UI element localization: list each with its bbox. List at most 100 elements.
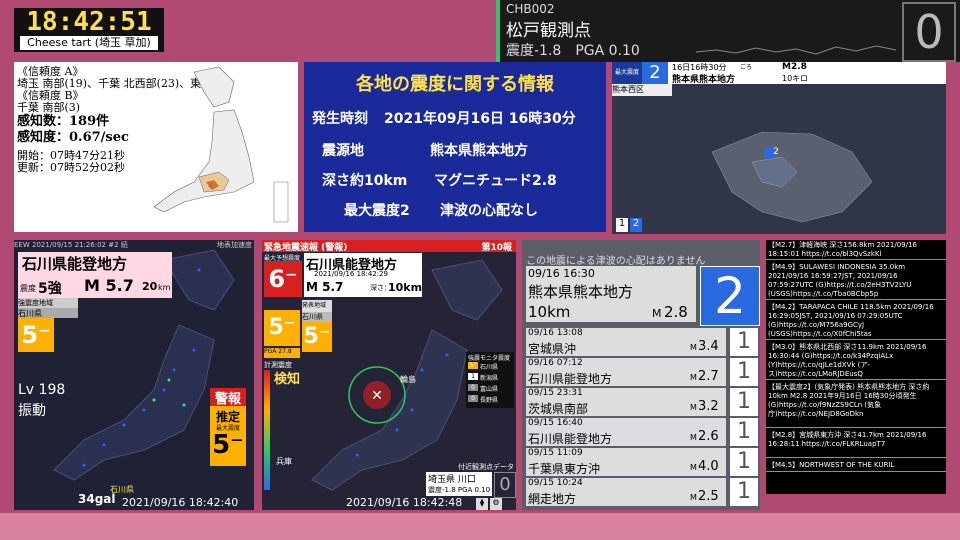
kumamoto-header: 最大震度 2 16日16時30分 ごろ 熊本県熊本地方 M2.8 10キロ bbox=[612, 62, 946, 85]
eew2-pga: PGA 27.8 bbox=[264, 348, 300, 358]
quake-row-int: 1 bbox=[730, 388, 758, 416]
eew2-station-box: 埼玉県 川口 震度-1.8 PGA 0.10 bbox=[426, 472, 492, 496]
monitor-pref-3: 長野県 bbox=[480, 397, 499, 404]
kumamoto-depth: 10キロ bbox=[782, 74, 809, 83]
kumamoto-time-suffix: ごろ bbox=[740, 64, 753, 71]
monitor-pref-0: 石川県 bbox=[480, 364, 499, 371]
station-name: 松戸観測点 bbox=[506, 21, 591, 41]
eew2-station-int: 0 bbox=[494, 472, 516, 498]
quake-row[interactable]: 09/15 11:09 千葉県東方沖 M 4.0 bbox=[526, 448, 726, 476]
kumamoto-maxint-label: 最大震度 bbox=[612, 62, 642, 84]
earthquake-list-panel: この地震による津波の心配はありません 09/16 16:30 熊本県熊本地方 1… bbox=[522, 240, 760, 510]
eew1-header-right: 地表加速度 bbox=[217, 241, 252, 249]
eew1-header-left: EEW 2021/09/15 21:26:02 #2 続 bbox=[14, 241, 128, 249]
detect-update: 更新：07時52分02秒 bbox=[17, 161, 125, 174]
info-mag: マグニチュード2.8 bbox=[434, 173, 557, 189]
clock-panel: 18:42:51 Cheese tart (埼玉 草加) bbox=[14, 8, 164, 52]
info-depth: 深さ約10km bbox=[322, 173, 408, 189]
info-epi-label: 震源地 bbox=[322, 143, 364, 159]
quake-row-int: 1 bbox=[730, 328, 758, 356]
quake-row-time: 09/15 10:24 bbox=[528, 478, 583, 488]
news-item[interactable]: 【M4.5】NORTHWEST OF THE KURIL bbox=[766, 460, 946, 472]
eew2-max-int: 6⁻ bbox=[264, 261, 302, 297]
quake-row-place: 石川県能登地方 bbox=[528, 432, 613, 446]
eew1-depth: 20 bbox=[142, 280, 158, 293]
quake-row-mag-prefix: M bbox=[690, 493, 697, 502]
quake-latest[interactable]: 09/16 16:30 熊本県熊本地方 10km M 2.8 bbox=[526, 266, 696, 322]
kumamoto-area: 熊本西区 bbox=[612, 84, 672, 96]
quake-row-int: 1 bbox=[730, 478, 758, 506]
detect-count: 感知数：189件 bbox=[17, 114, 110, 129]
monitor-pref-2: 富山県 bbox=[480, 386, 499, 393]
station-values: 震度-1.8 PGA 0.10 bbox=[506, 43, 640, 59]
map-marker-intensity: 2 bbox=[773, 147, 779, 157]
quake-row-int: 1 bbox=[730, 418, 758, 446]
quake-row[interactable]: 09/15 16:40 石川県能登地方 M 2.6 bbox=[526, 418, 726, 446]
eew1-warn: 警報 bbox=[210, 388, 246, 407]
eew2-station: 埼玉県 川口 bbox=[428, 475, 476, 485]
clock-time: 18:42:51 bbox=[26, 8, 152, 37]
quake-row[interactable]: 09/15 23:31 茨城県南部 M 3.2 bbox=[526, 388, 726, 416]
eew2-mag: M 5.7 bbox=[306, 280, 344, 294]
monitor-int-0: 5⁻ bbox=[468, 362, 478, 369]
footer-bar bbox=[0, 513, 960, 540]
eew1-shindo-label: 震度 bbox=[20, 284, 36, 293]
epicenter-map-panel: 2 最大震度 2 16日16時30分 ごろ 熊本県熊本地方 M2.8 10キロ … bbox=[612, 62, 946, 234]
station-intensity: 0 bbox=[902, 2, 956, 62]
quake-row-mag-prefix: M bbox=[690, 343, 697, 352]
quake-row-place: 網走地方 bbox=[528, 492, 577, 506]
eew2-datetime: 2021/09/16 18:42:48 bbox=[346, 496, 463, 509]
news-item[interactable]: 【M3.0】熊本県北西部 深さ11.9km 2021/09/16 16:30:4… bbox=[766, 342, 946, 380]
monitor-int-1: 1 bbox=[468, 373, 478, 380]
eew1-header: EEW 2021/09/15 21:26:02 #2 続 地表加速度 bbox=[14, 240, 254, 250]
info-maxint: 最大震度2 bbox=[344, 203, 410, 219]
eew-monitor-panel: EEW 2021/09/15 21:26:02 #2 続 地表加速度 石川県能登… bbox=[14, 240, 254, 510]
eew2-station-label: 付近観測点データ bbox=[458, 463, 514, 471]
eew1-est-box: 推定 最大震度 5⁻ bbox=[210, 406, 246, 466]
legend-int-2: 2 bbox=[630, 218, 642, 232]
eew1-pref-int: 5⁻ bbox=[18, 318, 54, 352]
news-item[interactable]: 【M4.9】SULAWESI INDONESIA 35.0km 2021/09/… bbox=[766, 262, 946, 300]
eew2-depth: 10km bbox=[388, 281, 423, 294]
detection-panel: 《信頼度 A》 埼玉 南部(19)、千葉 北西部(23)、東 《信頼度 B》 千… bbox=[14, 62, 298, 232]
news-item[interactable]: 【M2.7】津軽海峡 深さ156.8km 2021/09/16 18:15:01… bbox=[766, 240, 946, 260]
quake-row-mag-prefix: M bbox=[690, 373, 697, 382]
monitor-int-3: 0 bbox=[468, 395, 478, 402]
eew2-maxint-label: 最大予想震度 bbox=[264, 255, 301, 262]
eew1-pref: 石川県 bbox=[18, 308, 78, 318]
eew1-mag: M 5.7 bbox=[84, 276, 134, 295]
settings-icon[interactable]: ⚙ bbox=[490, 498, 502, 510]
detect-line-4: 千葉 南部(3) bbox=[17, 101, 81, 114]
kumamoto-mag: M2.8 bbox=[782, 62, 807, 72]
quake-row-place: 茨城県南部 bbox=[528, 402, 589, 416]
eew1-lv: Lv 198 bbox=[18, 382, 66, 398]
eew1-depth-unit: km bbox=[158, 283, 171, 292]
quake-row[interactable]: 09/15 10:24 網走地方 M 2.5 bbox=[526, 478, 726, 506]
info-title: 各地の震度に関する情報 bbox=[356, 74, 554, 95]
quake-latest-place: 熊本県熊本地方 bbox=[528, 283, 634, 301]
quake-row-time: 09/16 13:08 bbox=[528, 328, 583, 338]
eew2-monitor: 強震モニタ震度 5⁻ 石川県 1 新潟県 0 富山県 0 長野県 bbox=[466, 352, 514, 408]
share-icon[interactable]: ⧫ bbox=[476, 498, 488, 510]
news-item[interactable]: 【M2.8】宮城県東方沖 深さ41.7km 2021/09/16 16:28:1… bbox=[766, 430, 946, 458]
kumamoto-intensity: 2 bbox=[642, 62, 668, 84]
quake-row[interactable]: 09/16 13:08 宮城県沖 M 3.4 bbox=[526, 328, 726, 356]
news-item[interactable]: 【最大震度2】(気象庁発表) 熊本県熊本地方 深さ約10km M2.8 2021… bbox=[766, 382, 946, 428]
quake-row-mag-prefix: M bbox=[690, 463, 697, 472]
intensity-info-panel: 各地の震度に関する情報 発生時刻 2021年09月16日 16時30分 震源地 … bbox=[304, 62, 606, 232]
eew2-area-label: 発表地域 bbox=[302, 300, 332, 312]
eew1-datetime: 2021/09/16 18:42:40 bbox=[122, 496, 239, 509]
news-feed-panel: 【M2.7】津軽海峡 深さ156.8km 2021/09/16 18:15:01… bbox=[766, 240, 946, 494]
info-tsunami: 津波の心配なし bbox=[440, 203, 538, 219]
station-status-bar bbox=[496, 0, 500, 62]
quake-row[interactable]: 09/16 07:12 石川県能登地方 M 2.7 bbox=[526, 358, 726, 386]
eew1-gal: 34gal bbox=[78, 492, 116, 506]
info-time-value: 2021年09月16日 16時30分 bbox=[384, 111, 576, 127]
eew2-report: 第10報 bbox=[481, 243, 512, 253]
eew-warning-panel: ✕ 緊急地震速報 (警報) 第10報 最大予想震度 6⁻ 石川県能登地方 202… bbox=[262, 240, 516, 510]
news-item[interactable]: 【M4.2】TARAPACA CHILE 118.5km 2021/09/16 … bbox=[766, 302, 946, 340]
quake-row-mag-prefix: M bbox=[690, 403, 697, 412]
quake-row-mag-prefix: M bbox=[690, 433, 697, 442]
eew2-map-label-1: 輪島 bbox=[400, 375, 416, 384]
eew1-strong-label: 強震度地域 bbox=[18, 298, 78, 308]
